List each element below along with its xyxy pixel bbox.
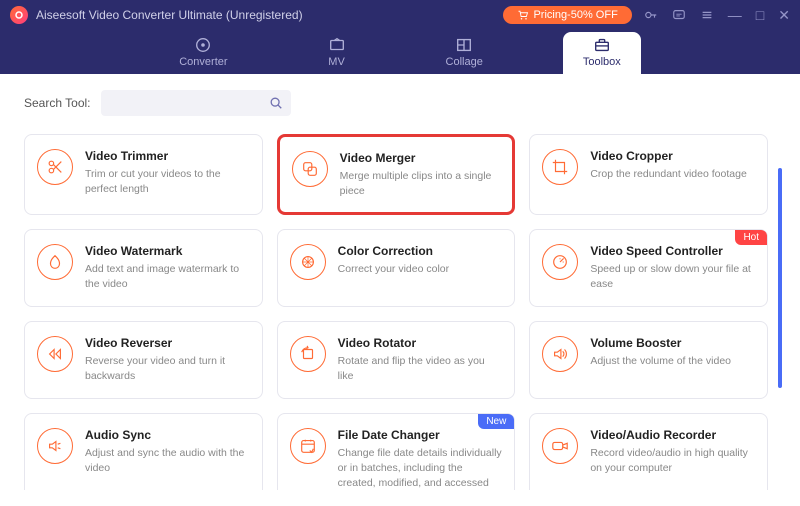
tool-card-video-audio-recorder[interactable]: Video/Audio Recorder Record video/audio i… [529,413,768,490]
tabs: Converter MV Collage Toolbox [0,30,800,74]
tool-desc: Merge multiple clips into a single piece [340,169,501,198]
collage-icon [455,36,473,54]
tool-card-video-reverser[interactable]: Video Reverser Reverse your video and tur… [24,321,263,399]
tool-desc: Crop the redundant video footage [590,167,755,182]
tool-card-audio-sync[interactable]: Audio Sync Adjust and sync the audio with… [24,413,263,490]
tool-title: Video Speed Controller [590,244,755,258]
minimize-button[interactable]: — [728,7,742,24]
tool-title: File Date Changer [338,428,503,442]
tool-title: Video Reverser [85,336,250,350]
tab-collage[interactable]: Collage [426,32,503,74]
tool-card-video-trimmer[interactable]: Video Trimmer Trim or cut your videos to … [24,134,263,215]
rotate-icon [290,336,326,372]
key-icon[interactable] [644,8,658,22]
tool-title: Video Cropper [590,149,755,163]
reverse-icon [37,336,73,372]
tool-desc: Add text and image watermark to the vide… [85,262,250,291]
tool-title: Audio Sync [85,428,250,442]
tool-title: Video Rotator [338,336,503,350]
toolbox-icon [593,36,611,54]
badge-new: New [478,414,514,429]
watermark-icon [37,244,73,280]
tool-desc: Change file date details individually or… [338,446,503,490]
tab-converter[interactable]: Converter [159,32,247,74]
volume-icon [542,336,578,372]
tool-desc: Reverse your video and turn it backwards [85,354,250,383]
record-icon [542,428,578,464]
tool-title: Volume Booster [590,336,755,350]
tool-desc: Record video/audio in high quality on yo… [590,446,755,475]
tab-toolbox[interactable]: Toolbox [563,32,641,74]
tool-desc: Speed up or slow down your file at ease [590,262,755,291]
color-icon [290,244,326,280]
sync-icon [37,428,73,464]
tool-desc: Rotate and flip the video as you like [338,354,503,383]
crop-icon [542,149,578,185]
scrollbar[interactable] [778,168,782,388]
search-row: Search Tool: [24,90,776,116]
scissors-icon [37,149,73,185]
tool-desc: Adjust the volume of the video [590,354,755,369]
tool-grid: Video Trimmer Trim or cut your videos to … [24,134,776,490]
search-label: Search Tool: [24,96,91,110]
tool-desc: Trim or cut your videos to the perfect l… [85,167,250,196]
converter-icon [194,36,212,54]
merge-icon [292,151,328,187]
pricing-button[interactable]: Pricing-50% OFF [503,6,631,24]
speed-icon [542,244,578,280]
tool-card-video-speed-controller[interactable]: HotVideo Speed Controller Speed up or slo… [529,229,768,307]
menu-icon[interactable] [700,8,714,22]
tool-card-video-rotator[interactable]: Video Rotator Rotate and flip the video a… [277,321,516,399]
cart-icon [517,9,529,21]
tool-desc: Adjust and sync the audio with the video [85,446,250,475]
date-icon [290,428,326,464]
tool-card-video-watermark[interactable]: Video Watermark Add text and image waterm… [24,229,263,307]
maximize-button[interactable]: □ [756,7,764,24]
tool-title: Color Correction [338,244,503,258]
tool-card-color-correction[interactable]: Color Correction Correct your video color [277,229,516,307]
tool-card-video-cropper[interactable]: Video Cropper Crop the redundant video fo… [529,134,768,215]
tool-card-volume-booster[interactable]: Volume Booster Adjust the volume of the v… [529,321,768,399]
tab-mv[interactable]: MV [308,32,366,74]
tool-card-video-merger[interactable]: Video Merger Merge multiple clips into a … [277,134,516,215]
titlebar: Aiseesoft Video Converter Ultimate (Unre… [0,0,800,74]
app-title: Aiseesoft Video Converter Ultimate (Unre… [36,8,503,22]
tool-title: Video Merger [340,151,501,165]
tool-title: Video Watermark [85,244,250,258]
feedback-icon[interactable] [672,8,686,22]
app-logo-icon [10,6,28,24]
search-icon [269,96,283,110]
tool-title: Video/Audio Recorder [590,428,755,442]
tool-card-file-date-changer[interactable]: NewFile Date Changer Change file date det… [277,413,516,490]
close-button[interactable]: ✕ [778,7,790,24]
badge-hot: Hot [735,230,767,245]
mv-icon [328,36,346,54]
search-box[interactable] [101,90,291,116]
tool-desc: Correct your video color [338,262,503,277]
search-input[interactable] [109,96,269,110]
tool-title: Video Trimmer [85,149,250,163]
